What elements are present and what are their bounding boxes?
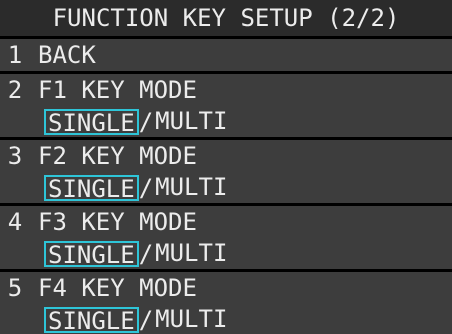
option-single[interactable]: SINGLE <box>44 306 139 333</box>
menu-item-label: F3 KEY MODE <box>38 208 197 236</box>
menu-item-f3-key-mode[interactable]: 4 F3 KEY MODE SINGLE / MULTI <box>0 206 452 269</box>
option-separator: / <box>138 107 154 136</box>
menu-item-number: 3 <box>7 142 23 170</box>
menu-item-label: F4 KEY MODE <box>38 274 197 302</box>
menu-item-f2-key-mode[interactable]: 3 F2 KEY MODE SINGLE / MULTI <box>0 140 452 203</box>
menu-item-label: F2 KEY MODE <box>38 142 197 170</box>
menu-item-back[interactable]: 1 BACK <box>0 39 452 71</box>
menu-item-number: 5 <box>7 274 23 302</box>
menu-item-number: 1 <box>7 41 23 69</box>
menu-item-f1-key-mode[interactable]: 2 F1 KEY MODE SINGLE / MULTI <box>0 74 452 137</box>
page-title: FUNCTION KEY SETUP (2/2) <box>0 0 452 36</box>
option-multi[interactable]: MULTI <box>153 241 229 267</box>
menu-item-label: BACK <box>38 41 96 69</box>
menu-item-number: 4 <box>7 208 23 236</box>
option-single[interactable]: SINGLE <box>44 174 139 201</box>
function-key-setup-screen: FUNCTION KEY SETUP (2/2) 1 BACK 2 F1 KEY… <box>0 0 452 334</box>
option-multi[interactable]: MULTI <box>153 109 229 135</box>
option-single[interactable]: SINGLE <box>44 108 139 135</box>
option-separator: / <box>138 173 154 202</box>
option-multi[interactable]: MULTI <box>153 175 229 201</box>
menu-item-f4-key-mode[interactable]: 5 F4 KEY MODE SINGLE / MULTI <box>0 272 452 334</box>
option-multi[interactable]: MULTI <box>153 307 229 333</box>
option-single[interactable]: SINGLE <box>44 240 139 267</box>
menu-item-number: 2 <box>7 76 23 104</box>
menu-item-label: F1 KEY MODE <box>38 76 197 104</box>
option-separator: / <box>138 305 154 334</box>
option-separator: / <box>138 239 154 268</box>
